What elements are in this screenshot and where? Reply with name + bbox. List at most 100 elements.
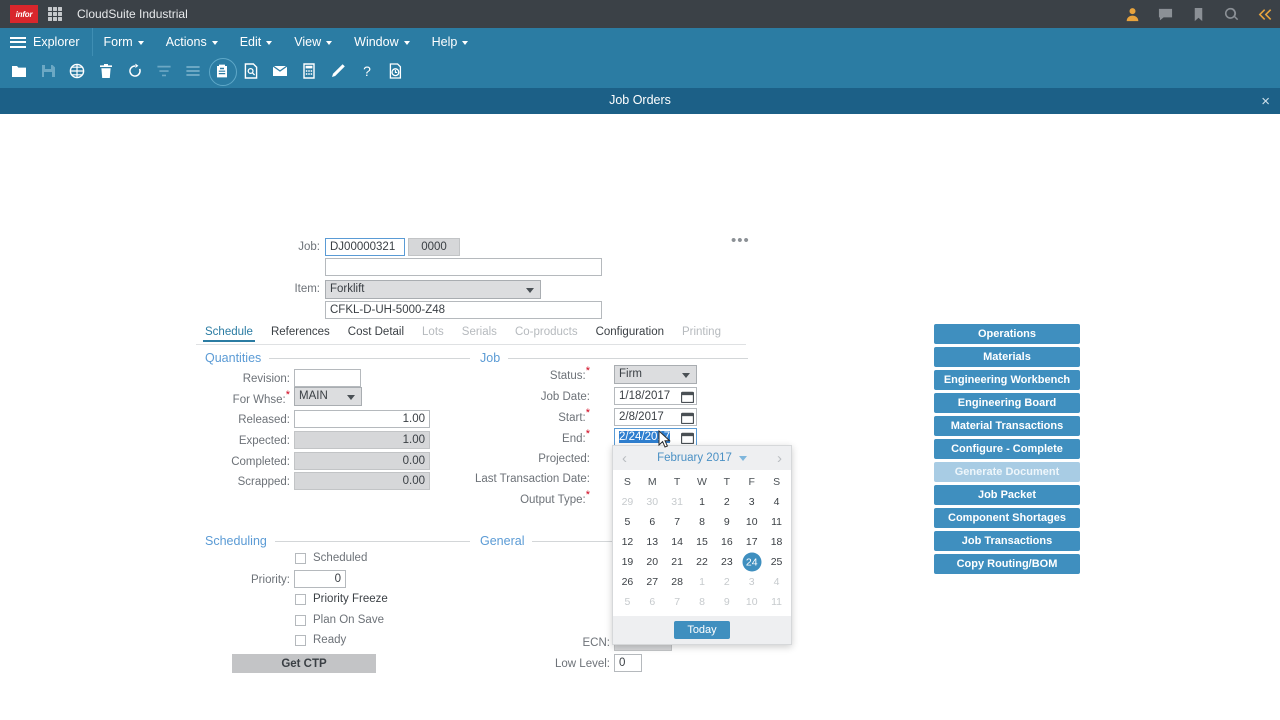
date-cell[interactable]: 12 xyxy=(615,532,640,552)
date-cell[interactable]: 23 xyxy=(714,552,739,572)
date-cell[interactable]: 18 xyxy=(764,532,789,552)
month-year-selector[interactable]: February 2017 xyxy=(657,452,747,464)
side-button-job-transactions[interactable]: Job Transactions xyxy=(934,531,1080,551)
low-level-input[interactable]: 0 xyxy=(614,654,642,672)
job-description-input[interactable] xyxy=(325,258,602,276)
menu-item-view[interactable]: View xyxy=(283,28,343,56)
date-cell[interactable]: 7 xyxy=(665,512,690,532)
menu-item-edit[interactable]: Edit xyxy=(229,28,284,56)
date-cell[interactable]: 11 xyxy=(764,512,789,532)
date-cell-selected[interactable]: 24 xyxy=(739,552,764,572)
menu-item-actions[interactable]: Actions xyxy=(155,28,229,56)
side-button-engineering-board[interactable]: Engineering Board xyxy=(934,393,1080,413)
help-question-icon[interactable]: ? xyxy=(352,59,381,83)
overflow-menu-button[interactable]: ••• xyxy=(731,233,750,248)
date-cell[interactable]: 5 xyxy=(615,512,640,532)
date-cell[interactable]: 20 xyxy=(640,552,665,572)
next-month-icon[interactable]: › xyxy=(777,451,782,466)
date-cell[interactable]: 6 xyxy=(640,512,665,532)
side-button-materials[interactable]: Materials xyxy=(934,347,1080,367)
date-picker-popup[interactable]: ‹ February 2017 › SMTWTFS 29 30 31 1 2 3 4 5 6 7 8… xyxy=(612,445,792,645)
date-cell[interactable]: 13 xyxy=(640,532,665,552)
date-cell[interactable]: 21 xyxy=(665,552,690,572)
email-icon[interactable] xyxy=(265,59,294,83)
date-cell[interactable]: 3 xyxy=(739,572,764,592)
date-cell[interactable]: 11 xyxy=(764,592,789,612)
user-icon[interactable] xyxy=(1125,7,1140,22)
date-cell[interactable]: 26 xyxy=(615,572,640,592)
date-cell[interactable]: 8 xyxy=(690,512,715,532)
calendar-icon[interactable] xyxy=(680,411,695,425)
date-cell[interactable]: 14 xyxy=(665,532,690,552)
status-select[interactable]: Firm xyxy=(614,365,697,384)
chat-icon[interactable] xyxy=(1158,7,1173,22)
date-cell[interactable]: 2 xyxy=(714,492,739,512)
date-cell[interactable]: 16 xyxy=(714,532,739,552)
today-button[interactable]: Today xyxy=(674,621,730,639)
calendar-icon[interactable] xyxy=(680,431,695,445)
item-code-input[interactable]: CFKL-D-UH-5000-Z48 xyxy=(325,301,602,319)
ready-checkbox[interactable] xyxy=(295,634,306,646)
open-folder-icon[interactable] xyxy=(4,59,33,83)
date-cell[interactable]: 10 xyxy=(739,592,764,612)
side-button-component-shortages[interactable]: Component Shortages xyxy=(934,508,1080,528)
date-cell[interactable]: 6 xyxy=(640,592,665,612)
date-cell[interactable]: 25 xyxy=(764,552,789,572)
apps-grid-icon[interactable] xyxy=(47,6,63,22)
released-input[interactable]: 1.00 xyxy=(294,410,430,428)
plan-on-save-checkbox[interactable] xyxy=(295,614,306,626)
side-button-copy-routing-bom[interactable]: Copy Routing/BOM xyxy=(934,554,1080,574)
side-button-engineering-workbench[interactable]: Engineering Workbench xyxy=(934,370,1080,390)
date-cell[interactable]: 3 xyxy=(739,492,764,512)
date-cell[interactable]: 4 xyxy=(764,572,789,592)
side-button-material-transactions[interactable]: Material Transactions xyxy=(934,416,1080,436)
for-whse-select[interactable]: MAIN xyxy=(294,387,362,406)
prev-month-icon[interactable]: ‹ xyxy=(622,451,627,466)
job-number-input[interactable]: DJ00000321 xyxy=(325,238,405,256)
scheduled-checkbox-row[interactable]: Scheduled xyxy=(295,552,367,564)
menu-item-form[interactable]: Form xyxy=(93,28,155,56)
date-cell[interactable]: 10 xyxy=(739,512,764,532)
plan-on-save-checkbox-row[interactable]: Plan On Save xyxy=(295,614,384,626)
date-cell[interactable]: 29 xyxy=(615,492,640,512)
calculator-icon[interactable] xyxy=(294,59,323,83)
date-cell[interactable]: 7 xyxy=(665,592,690,612)
date-cell[interactable]: 1 xyxy=(690,492,715,512)
date-cell[interactable]: 31 xyxy=(665,492,690,512)
stopwatch-icon[interactable] xyxy=(381,59,410,83)
pencil-icon[interactable] xyxy=(323,59,352,83)
priority-freeze-checkbox-row[interactable]: Priority Freeze xyxy=(295,593,388,605)
side-button-operations[interactable]: Operations xyxy=(934,324,1080,344)
tab-schedule[interactable]: Schedule xyxy=(196,326,262,342)
revision-input[interactable] xyxy=(294,369,361,387)
date-cell[interactable]: 1 xyxy=(690,572,715,592)
date-cell[interactable]: 28 xyxy=(665,572,690,592)
tab-references[interactable]: References xyxy=(262,326,339,342)
calendar-icon[interactable] xyxy=(680,390,695,404)
side-button-job-packet[interactable]: Job Packet xyxy=(934,485,1080,505)
tab-configuration[interactable]: Configuration xyxy=(587,326,673,342)
get-ctp-button[interactable]: Get CTP xyxy=(232,654,376,673)
collapse-left-icon[interactable] xyxy=(1257,7,1272,22)
item-select[interactable]: Forklift xyxy=(325,280,541,299)
close-icon[interactable]: × xyxy=(1261,88,1270,114)
date-cell[interactable]: 19 xyxy=(615,552,640,572)
scheduled-checkbox[interactable] xyxy=(295,552,306,564)
priority-freeze-checkbox[interactable] xyxy=(295,593,306,605)
priority-input[interactable]: 0 xyxy=(294,570,346,588)
menu-item-help[interactable]: Help xyxy=(421,28,480,56)
date-cell[interactable]: 9 xyxy=(714,592,739,612)
search-icon[interactable] xyxy=(1224,7,1239,22)
delete-trash-icon[interactable] xyxy=(91,59,120,83)
date-cell[interactable]: 22 xyxy=(690,552,715,572)
job-suffix-input[interactable]: 0000 xyxy=(408,238,460,256)
date-cell[interactable]: 8 xyxy=(690,592,715,612)
side-button-configure-complete[interactable]: Configure - Complete xyxy=(934,439,1080,459)
ready-checkbox-row[interactable]: Ready xyxy=(295,634,346,646)
explorer-button[interactable]: Explorer xyxy=(0,28,93,56)
clipboard-icon[interactable] xyxy=(207,58,237,86)
refresh-icon[interactable] xyxy=(120,59,149,83)
date-cell[interactable]: 2 xyxy=(714,572,739,592)
date-cell[interactable]: 15 xyxy=(690,532,715,552)
date-cell[interactable]: 9 xyxy=(714,512,739,532)
